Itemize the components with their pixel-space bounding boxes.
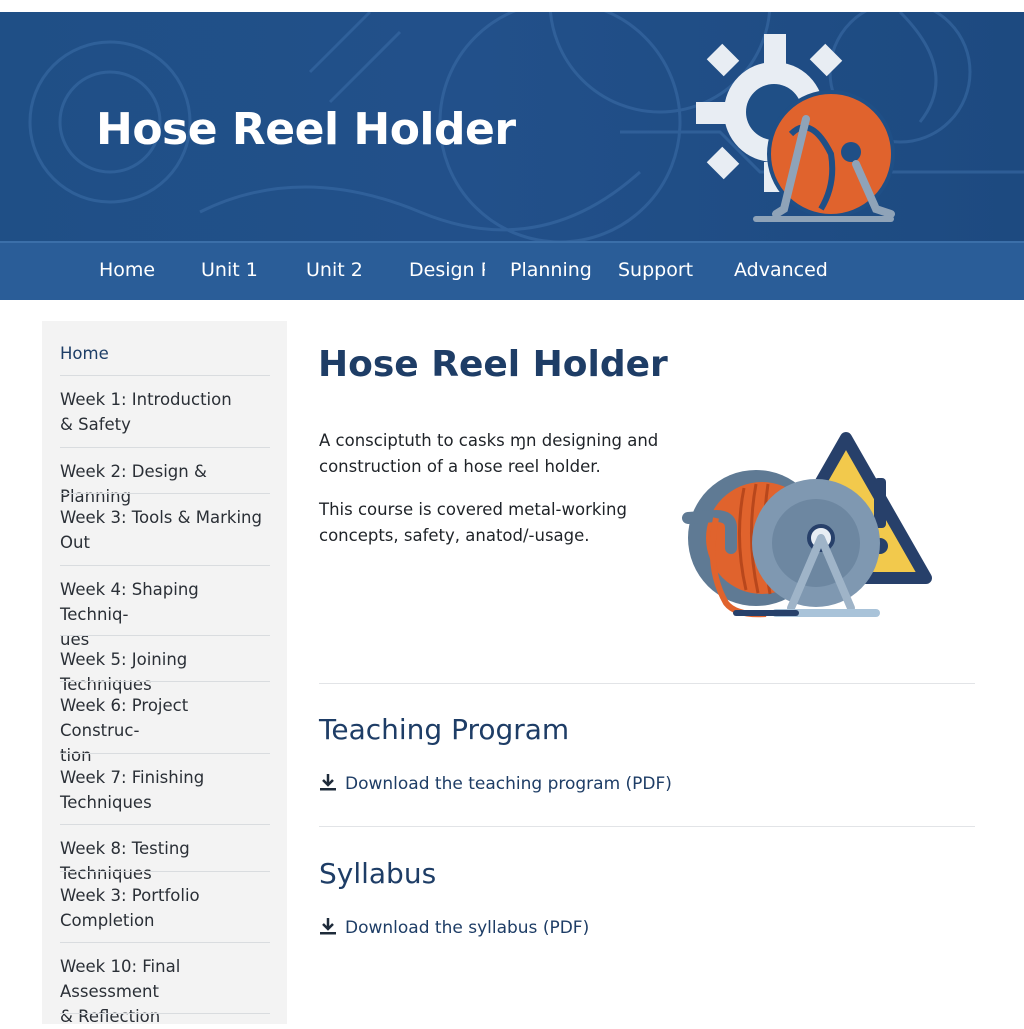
download-icon	[320, 918, 336, 935]
sidebar-item-week-2[interactable]: Week 2: Design & Planning	[60, 459, 270, 509]
sidebar-divider	[60, 871, 270, 872]
nav-planning[interactable]: Planning	[510, 259, 592, 281]
sidebar-item-week-8[interactable]: Week 8: Testing Techniques	[60, 836, 270, 886]
intro-paragraph: A consciptuth to casks ɱn designing and …	[319, 431, 659, 476]
syllabus-download-link[interactable]: Download the syllabus (PDF)	[319, 917, 589, 938]
sidebar-item-week-3[interactable]: Week 3: Tools & Marking Out	[60, 505, 270, 555]
download-icon	[320, 774, 336, 791]
main-nav: Home Unit 1 Unit 2 Design P Planning Sup…	[0, 241, 1024, 300]
syllabus-heading: Syllabus	[319, 857, 437, 890]
teaching-program-link-label: Download the teaching program (PDF)	[345, 774, 672, 794]
teaching-program-heading: Teaching Program	[319, 713, 570, 746]
nav-home[interactable]: Home	[99, 259, 155, 281]
nav-unit-1[interactable]: Unit 1	[201, 259, 258, 281]
sidebar-divider	[60, 635, 270, 636]
gear-hose-reel-logo-icon	[696, 34, 895, 222]
nav-design[interactable]: Design P	[409, 259, 485, 281]
sidebar-item-week-9[interactable]: Week 3: Portfolio Completion	[60, 883, 270, 933]
nav-advanced[interactable]: Advanced	[734, 259, 828, 281]
sidebar-item-week-7[interactable]: Week 7: Finishing Techniques	[60, 765, 270, 815]
nav-unit-2[interactable]: Unit 2	[306, 259, 363, 281]
nav-support[interactable]: Support	[618, 259, 693, 281]
sidebar-divider	[60, 447, 270, 448]
sidebar-item-week-10[interactable]: Week 10: Final Assessment & Reflection	[60, 954, 270, 1029]
sidebar-divider	[60, 493, 270, 494]
sidebar-item-week-6[interactable]: Week 6: Project Construc- tion	[60, 693, 270, 768]
sidebar-item-week-5[interactable]: Week 5: Joining Techniques	[60, 647, 270, 697]
sidebar-divider	[60, 824, 270, 825]
page-title: Hose Reel Holder	[318, 344, 668, 385]
sidebar-item-week-4[interactable]: Week 4: Shaping Techniq- ues	[60, 577, 270, 652]
sidebar-divider	[60, 1013, 270, 1014]
sidebar-item-home[interactable]: Home	[60, 341, 270, 366]
banner-title: Hose Reel Holder	[96, 104, 516, 155]
sidebar-divider	[60, 375, 270, 376]
section-divider	[319, 683, 975, 684]
syllabus-link-label: Download the syllabus (PDF)	[345, 918, 590, 938]
teaching-program-download-link[interactable]: Download the teaching program (PDF)	[319, 773, 672, 794]
sidebar-divider	[60, 942, 270, 943]
sidebar-divider	[60, 565, 270, 566]
sidebar-divider	[60, 681, 270, 682]
sidebar: Home Week 1: Introduction & Safety Week …	[42, 321, 287, 1026]
hose-reel-warning-illustration-icon	[682, 432, 932, 618]
sidebar-item-week-1[interactable]: Week 1: Introduction & Safety	[60, 387, 270, 437]
section-divider	[319, 826, 975, 827]
description-paragraph: This course is covered metal-working con…	[319, 500, 627, 545]
sidebar-divider	[60, 753, 270, 754]
banner: Hose Reel Holder	[0, 12, 1024, 241]
